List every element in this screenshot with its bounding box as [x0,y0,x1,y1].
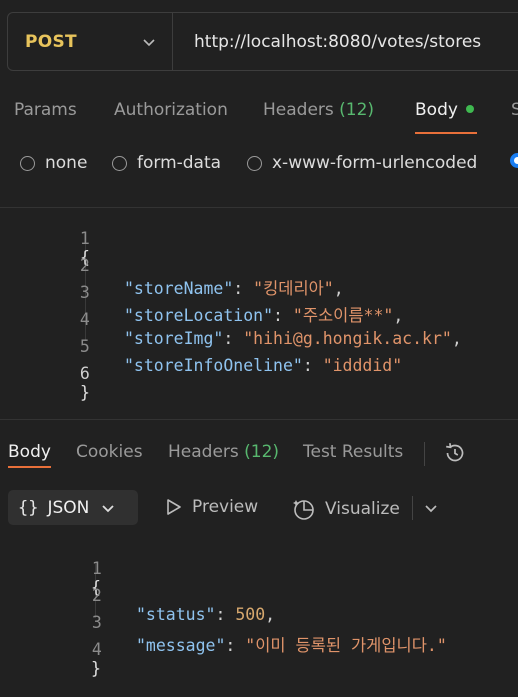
tab-headers[interactable]: Headers (12) [263,100,374,120]
body-type-options: none form-data x-www-form-urlencoded [0,150,518,180]
chevron-down-icon [142,34,156,53]
response-tab-cookies[interactable]: Cookies [76,442,143,462]
response-toolbar: {} JSON Preview Visualize [0,490,518,526]
body-modified-dot [465,105,474,113]
radio-none[interactable]: none [20,153,87,173]
radio-urlencoded-circle[interactable] [247,155,262,171]
close-brace: } [91,659,101,678]
visualize-icon [292,497,316,521]
radio-form-data-label: form-data [137,153,222,173]
preview-button[interactable]: Preview [166,497,258,517]
close-brace: } [80,383,90,402]
response-tab-body[interactable]: Body [8,442,51,462]
method-select[interactable]: POST [8,13,173,70]
request-url-bar: POST http://localhost:8080/votes/stores [7,12,518,71]
tab-params[interactable]: Params [14,100,77,120]
chevron-down-icon[interactable] [424,501,438,515]
tab-body[interactable]: Body [415,100,474,120]
radio-none-circle[interactable] [20,155,35,171]
tab-settings[interactable]: S [511,100,518,120]
history-icon[interactable] [443,441,467,469]
radio-urlencoded[interactable]: x-www-form-urlencoded [247,153,477,173]
json-braces-icon: {} [18,497,39,518]
radio-form-data[interactable]: form-data [112,153,221,173]
headers-count: (12) [339,100,375,120]
active-tab-underline [415,132,477,134]
line-number: 4 [91,640,102,659]
radio-raw[interactable] [510,153,518,168]
url-input[interactable]: http://localhost:8080/votes/stores [173,32,481,52]
response-tab-test-results[interactable]: Test Results [303,442,403,462]
play-icon [166,498,182,516]
radio-form-data-circle[interactable] [112,155,127,171]
visualize-button[interactable]: Visualize [292,497,400,521]
tab-body-label: Body [415,100,458,120]
radio-raw-circle[interactable] [510,153,518,168]
format-label: JSON [47,497,90,518]
request-body-editor[interactable]: 1 { 2 "storeName": "킹데리아", 3 "storeLocat… [0,210,518,402]
toolbar-separator [412,496,413,520]
tab-headers-label: Headers [263,100,334,120]
editor-divider [0,207,518,208]
response-body-viewer: 1 { 2 "status": 500, 3 "message": "이미 등록… [0,540,518,678]
request-tabs: Params Authorization Headers (12) Body S [0,96,518,136]
radio-urlencoded-label: x-www-form-urlencoded [272,153,478,173]
response-tabs: Body Cookies Headers (12) Test Results [0,436,518,470]
response-tab-headers[interactable]: Headers (12) [168,442,279,462]
tab-authorization[interactable]: Authorization [114,100,228,120]
visualize-label: Visualize [325,499,400,519]
response-headers-count: (12) [244,442,280,462]
chevron-down-icon [101,501,115,515]
line-number: 6 [79,364,90,383]
tab-separator [424,442,425,466]
panel-divider[interactable] [0,419,518,420]
radio-none-label: none [45,153,88,173]
format-select[interactable]: {} JSON [8,490,138,525]
response-headers-label: Headers [168,442,239,462]
response-active-underline [8,466,51,468]
method-label: POST [25,31,77,52]
preview-label: Preview [192,497,259,517]
